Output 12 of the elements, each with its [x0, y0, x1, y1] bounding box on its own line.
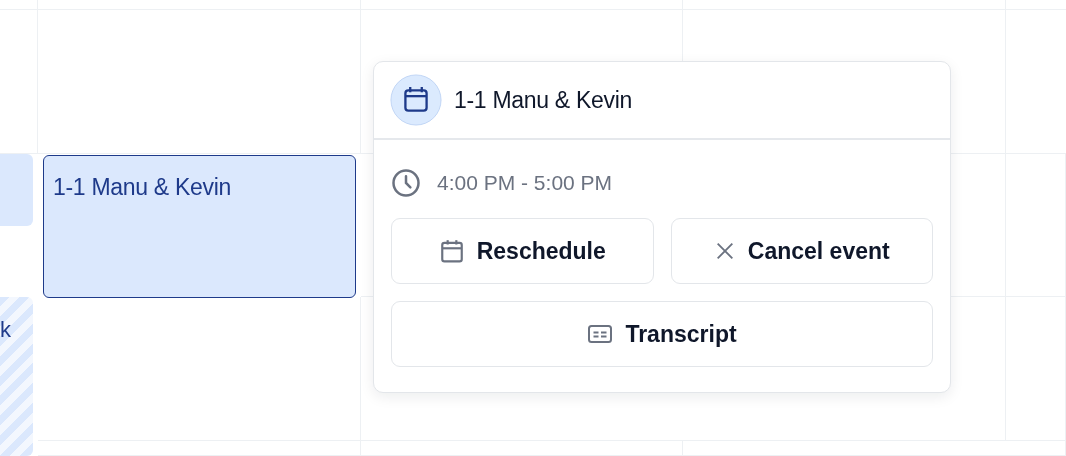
calendar-event[interactable]: 1-1 Manu & Kevin [43, 155, 356, 298]
captions-icon [587, 323, 614, 345]
event-title: 1-1 Manu & Kevin [454, 86, 633, 114]
calendar-event[interactable]: k [0, 297, 33, 456]
transcript-button[interactable]: Transcript [391, 301, 933, 367]
calendar-icon [438, 238, 465, 264]
reschedule-button[interactable]: Reschedule [391, 218, 654, 284]
calendar-icon [390, 74, 442, 126]
event-time: 4:00 PM - 5:00 PM [437, 171, 613, 195]
cancel-button[interactable]: Cancel event [670, 218, 933, 284]
clock-icon [391, 168, 421, 198]
calendar-event[interactable] [0, 154, 33, 226]
